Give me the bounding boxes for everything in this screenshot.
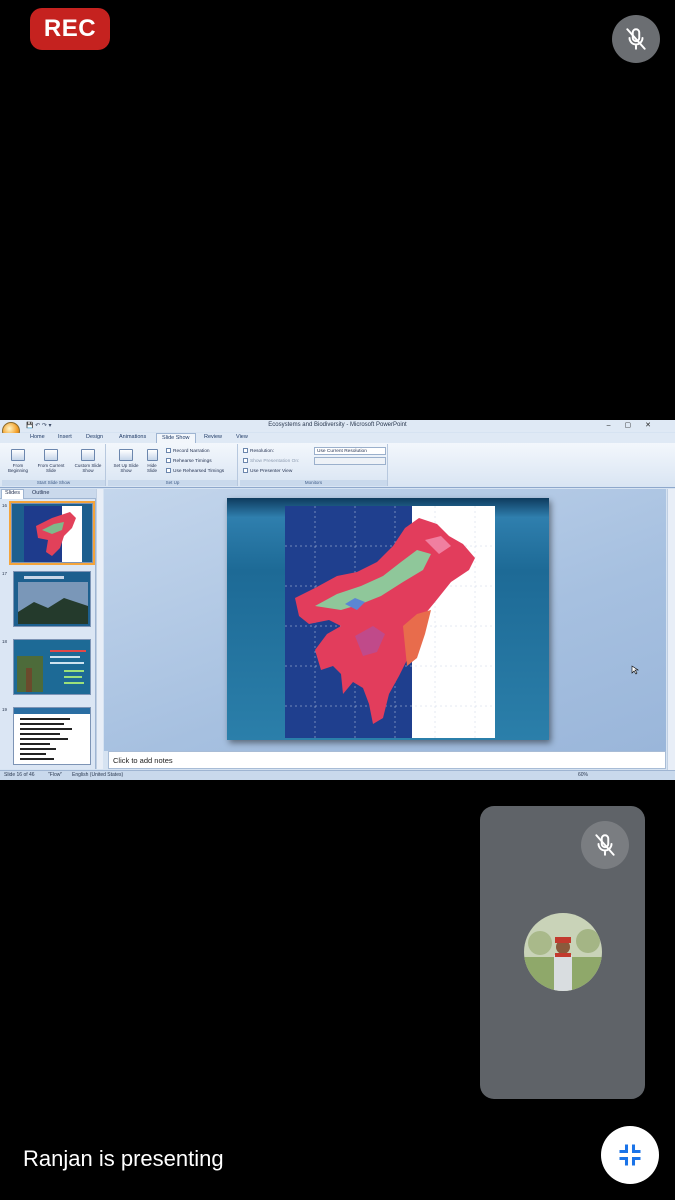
- resolution-label: Resolution:: [243, 448, 274, 454]
- recording-badge: REC: [30, 8, 110, 50]
- slide-thumbnail[interactable]: [11, 503, 93, 563]
- participant-avatar: [524, 913, 602, 991]
- tab-home[interactable]: Home: [30, 434, 45, 440]
- tab-slide-show[interactable]: Slide Show: [156, 433, 196, 443]
- ribbon: From Beginning From Current Slide Custom…: [0, 443, 675, 488]
- mic-off-icon: [626, 28, 646, 50]
- tab-review[interactable]: Review: [204, 434, 222, 440]
- forest-thumbnail-image: [14, 640, 90, 694]
- northeast-india-map-image: [285, 506, 495, 738]
- text-thumbnail-image: [14, 708, 90, 764]
- microphone-icon: [166, 448, 171, 453]
- zoom-level[interactable]: 60%: [578, 772, 588, 778]
- powerpoint-titlebar: 💾 ↶ ↷ ▾ Ecosystems and Biodiversity - Mi…: [0, 420, 675, 432]
- from-beginning-button[interactable]: From Beginning: [4, 449, 32, 473]
- group-caption: Start Slide Show: [2, 480, 105, 486]
- window-controls[interactable]: –▢✕: [607, 421, 665, 429]
- group-caption: Set Up: [108, 480, 237, 486]
- slide-thumbnail[interactable]: [13, 571, 91, 627]
- monitor-icon: [243, 458, 248, 463]
- from-current-button[interactable]: From Current Slide: [34, 449, 68, 473]
- use-presenter-view-checkbox[interactable]: Use Presenter View: [243, 468, 292, 474]
- resolution-select[interactable]: Use Current Resolution: [314, 447, 386, 455]
- thumbnail-number: 17: [2, 571, 8, 576]
- pane-tabs: Slides Outline: [0, 489, 96, 499]
- custom-show-icon: [81, 449, 95, 461]
- set-up-slide-show-button[interactable]: Set Up Slide Show: [111, 449, 141, 473]
- tab-insert[interactable]: Insert: [58, 434, 72, 440]
- mic-off-button[interactable]: [612, 15, 660, 63]
- checkbox-icon: [243, 468, 248, 473]
- slide-play-icon: [11, 449, 25, 461]
- avatar-photo: [524, 913, 602, 991]
- ribbon-tabs: Home Insert Design Animations Slide Show…: [0, 433, 675, 443]
- slide-play-icon: [44, 449, 58, 461]
- show-presentation-on-select[interactable]: [314, 457, 386, 465]
- mic-off-icon: [595, 834, 615, 856]
- minimize-presentation-button[interactable]: [601, 1126, 659, 1184]
- status-bar: Slide 16 of 46 "Flow" English (United St…: [0, 770, 675, 780]
- language-indicator[interactable]: English (United States): [72, 772, 123, 778]
- group-caption: Monitors: [240, 480, 387, 486]
- setup-icon: [119, 449, 133, 461]
- custom-slide-show-button[interactable]: Custom Slide Show: [71, 449, 105, 473]
- tile-mic-off-indicator: [581, 821, 629, 869]
- tab-animations[interactable]: Animations: [119, 434, 146, 440]
- current-slide[interactable]: [227, 498, 549, 740]
- start-slide-show-group: From Beginning From Current Slide Custom…: [2, 444, 106, 486]
- map-thumbnail-image: [12, 504, 92, 562]
- theme-name: "Flow": [48, 772, 63, 778]
- record-narration-button[interactable]: Record Narration: [166, 448, 210, 454]
- show-presentation-on-label: Show Presentation On:: [243, 458, 299, 464]
- hide-slide-icon: [146, 449, 158, 461]
- tab-slides[interactable]: Slides: [1, 489, 24, 499]
- thumbnail-number: 19: [2, 707, 8, 712]
- use-rehearsed-timings-checkbox[interactable]: Use Rehearsed Timings: [166, 468, 224, 474]
- hide-slide-button[interactable]: Hide Slide: [143, 449, 161, 473]
- slide-thumbnail[interactable]: [13, 639, 91, 695]
- thumbnail-number: 16: [2, 503, 8, 508]
- checkbox-checked-icon: [166, 468, 171, 473]
- slide-scrollbar[interactable]: [667, 489, 675, 771]
- slides-pane-scrollbar[interactable]: [96, 489, 103, 769]
- timer-icon: [166, 458, 171, 463]
- minimize-screen-icon: [619, 1144, 641, 1166]
- set-up-group: Set Up Slide Show Hide Slide Record Narr…: [108, 444, 238, 486]
- presenting-status: Ranjan is presenting: [23, 1146, 224, 1171]
- slides-pane: Slides Outline 16 17 18 19: [0, 489, 96, 769]
- rehearse-timings-button[interactable]: Rehearse Timings: [166, 458, 212, 464]
- tab-design[interactable]: Design: [86, 434, 103, 440]
- notes-pane[interactable]: Click to add notes: [108, 751, 666, 769]
- tab-outline[interactable]: Outline: [29, 490, 52, 496]
- slide-editing-area: [104, 489, 666, 751]
- monitors-group: Resolution: Use Current Resolution Show …: [240, 444, 388, 486]
- window-title: Ecosystems and Biodiversity - Microsoft …: [268, 422, 407, 428]
- mouse-cursor-icon: [631, 665, 639, 675]
- slide-thumbnail[interactable]: [13, 707, 91, 765]
- landscape-thumbnail-image: [14, 572, 90, 626]
- tab-view[interactable]: View: [236, 434, 248, 440]
- shared-screen: 💾 ↶ ↷ ▾ Ecosystems and Biodiversity - Mi…: [0, 420, 675, 780]
- thumbnail-number: 18: [2, 639, 8, 644]
- monitor-icon: [243, 448, 248, 453]
- slide-counter: Slide 16 of 46: [4, 772, 35, 778]
